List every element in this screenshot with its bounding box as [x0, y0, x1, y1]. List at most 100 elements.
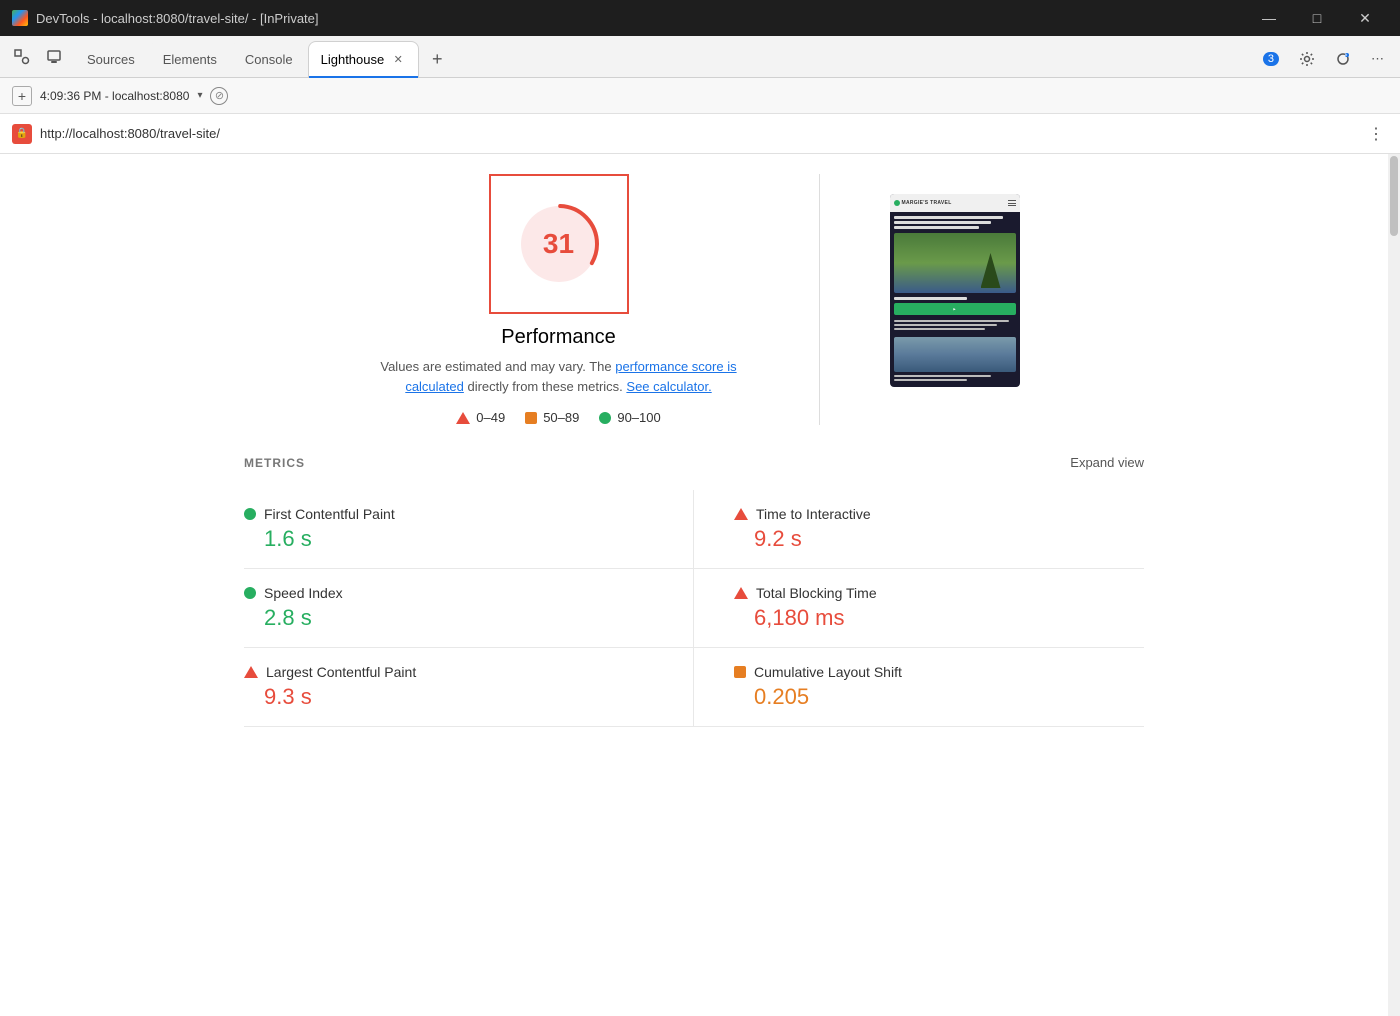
screenshot-second-image — [894, 337, 1016, 372]
score-label: Performance — [501, 326, 616, 349]
settings-button[interactable] — [1291, 45, 1323, 73]
metrics-title: METRICS — [244, 456, 305, 470]
url-text: http://localhost:8080/travel-site/ — [40, 126, 1356, 141]
window-title: DevTools - localhost:8080/travel-site/ -… — [36, 11, 1238, 26]
lcp-name: Largest Contentful Paint — [266, 664, 416, 680]
section-divider — [819, 174, 820, 425]
dropdown-arrow[interactable]: ▾ — [197, 90, 202, 101]
scrollbar[interactable] — [1388, 154, 1400, 1016]
maximize-button[interactable]: □ — [1294, 0, 1340, 36]
titlebar: DevTools - localhost:8080/travel-site/ -… — [0, 0, 1400, 36]
favicon: 🔒 — [12, 124, 32, 144]
tbt-value: 6,180 ms — [754, 605, 1144, 631]
screenshot-logo: MARGIE'S TRAVEL — [894, 200, 952, 206]
metric-lcp: Largest Contentful Paint 9.3 s — [244, 648, 694, 727]
score-description: Values are estimated and may vary. The p… — [369, 357, 749, 396]
logo-dot — [894, 200, 900, 206]
metrics-section: METRICS Expand view First Contentful Pai… — [244, 455, 1144, 727]
tab-elements-label: Elements — [163, 52, 217, 67]
fcp-indicator — [244, 508, 256, 520]
description-static: Values are estimated and may vary. The — [380, 359, 615, 374]
app-icon — [12, 10, 28, 26]
fcp-value: 1.6 s — [264, 526, 653, 552]
tab-right-icons: 3 ♻ ⋯ — [1255, 45, 1392, 77]
tbt-name: Total Blocking Time — [756, 585, 877, 601]
screenshot-cta-bar: ▶ — [894, 303, 1016, 315]
expand-view-button[interactable]: Expand view — [1070, 455, 1144, 470]
screenshot-cta-text: ▶ — [953, 307, 955, 311]
si-name: Speed Index — [264, 585, 343, 601]
bad-range: 0–49 — [476, 410, 505, 425]
url-bar: 🔒 http://localhost:8080/travel-site/ ⋮ — [0, 114, 1400, 154]
stop-button[interactable]: ⊘ — [210, 87, 228, 105]
average-range: 50–89 — [543, 410, 579, 425]
screenshot-main-image — [894, 233, 1016, 293]
good-range: 90–100 — [617, 410, 660, 425]
metric-tbt: Total Blocking Time 6,180 ms — [694, 569, 1144, 648]
tti-name: Time to Interactive — [756, 506, 871, 522]
svg-text:♻: ♻ — [1345, 53, 1348, 57]
screenshot-content: ▶ — [890, 212, 1020, 387]
metric-tti: Time to Interactive 9.2 s — [694, 490, 1144, 569]
tab-bar: Sources Elements Console Lighthouse ✕ + … — [0, 36, 1400, 78]
score-number: 31 — [543, 228, 574, 260]
metric-cls: Cumulative Layout Shift 0.205 — [694, 648, 1144, 727]
screenshot-menu — [1008, 200, 1016, 206]
metric-tti-header: Time to Interactive — [734, 506, 1144, 522]
cls-indicator — [734, 666, 746, 678]
metric-tbt-header: Total Blocking Time — [734, 585, 1144, 601]
tab-console-label: Console — [245, 52, 293, 67]
sync-button[interactable]: ♻ — [1327, 45, 1359, 73]
devtools-icons-left — [8, 43, 68, 77]
score-section: 31 Performance Values are estimated and … — [40, 174, 1348, 425]
screenshot-site-name: MARGIE'S TRAVEL — [902, 200, 952, 206]
metrics-header: METRICS Expand view — [244, 455, 1144, 470]
lcp-indicator — [244, 666, 258, 678]
si-value: 2.8 s — [264, 605, 653, 631]
secondary-bar: + 4:09:36 PM - localhost:8080 ▾ ⊘ — [0, 78, 1400, 114]
more-options-button[interactable]: ⋯ — [1363, 45, 1392, 73]
add-tab-button[interactable]: + — [423, 45, 451, 73]
add-panel-button[interactable]: + — [12, 86, 32, 106]
performance-score-box: 31 — [489, 174, 629, 314]
tab-sources-label: Sources — [87, 52, 135, 67]
score-left-panel: 31 Performance Values are estimated and … — [369, 174, 749, 425]
legend-good: 90–100 — [599, 410, 660, 425]
device-icon[interactable] — [40, 43, 68, 71]
metric-fcp-header: First Contentful Paint — [244, 506, 653, 522]
metric-lcp-header: Largest Contentful Paint — [244, 664, 653, 680]
average-indicator — [525, 412, 537, 424]
minimize-button[interactable]: — — [1246, 0, 1292, 36]
tbt-indicator — [734, 587, 748, 599]
metric-si-header: Speed Index — [244, 585, 653, 601]
tab-sources[interactable]: Sources — [74, 41, 148, 77]
fcp-name: First Contentful Paint — [264, 506, 395, 522]
url-more-button[interactable]: ⋮ — [1364, 122, 1388, 146]
description-mid: directly from these metrics. — [464, 379, 627, 394]
tab-lighthouse-label: Lighthouse — [321, 52, 385, 67]
tti-indicator — [734, 508, 748, 520]
metrics-grid: First Contentful Paint 1.6 s Time to Int… — [244, 490, 1144, 727]
screenshot-text-block — [894, 318, 1016, 334]
notification-badge: 3 — [1263, 52, 1279, 66]
tab-console[interactable]: Console — [232, 41, 306, 77]
close-button[interactable]: ✕ — [1342, 0, 1388, 36]
metric-cls-header: Cumulative Layout Shift — [734, 664, 1144, 680]
notifications-button[interactable]: 3 — [1255, 45, 1287, 73]
inspect-icon[interactable] — [8, 43, 36, 71]
tab-close-icon[interactable]: ✕ — [390, 52, 406, 68]
legend-bad: 0–49 — [456, 410, 505, 425]
site-screenshot: MARGIE'S TRAVEL — [890, 194, 1020, 387]
tab-elements[interactable]: Elements — [150, 41, 230, 77]
legend-average: 50–89 — [525, 410, 579, 425]
cls-value: 0.205 — [754, 684, 1144, 710]
si-indicator — [244, 587, 256, 599]
cls-name: Cumulative Layout Shift — [754, 664, 902, 680]
good-indicator — [599, 412, 611, 424]
scrollbar-thumb[interactable] — [1390, 156, 1398, 236]
calculator-link[interactable]: See calculator. — [626, 379, 711, 394]
timestamp-url: 4:09:36 PM - localhost:8080 — [40, 89, 189, 103]
tab-lighthouse[interactable]: Lighthouse ✕ — [308, 41, 420, 77]
lcp-value: 9.3 s — [264, 684, 653, 710]
score-circle: 31 — [514, 199, 604, 289]
